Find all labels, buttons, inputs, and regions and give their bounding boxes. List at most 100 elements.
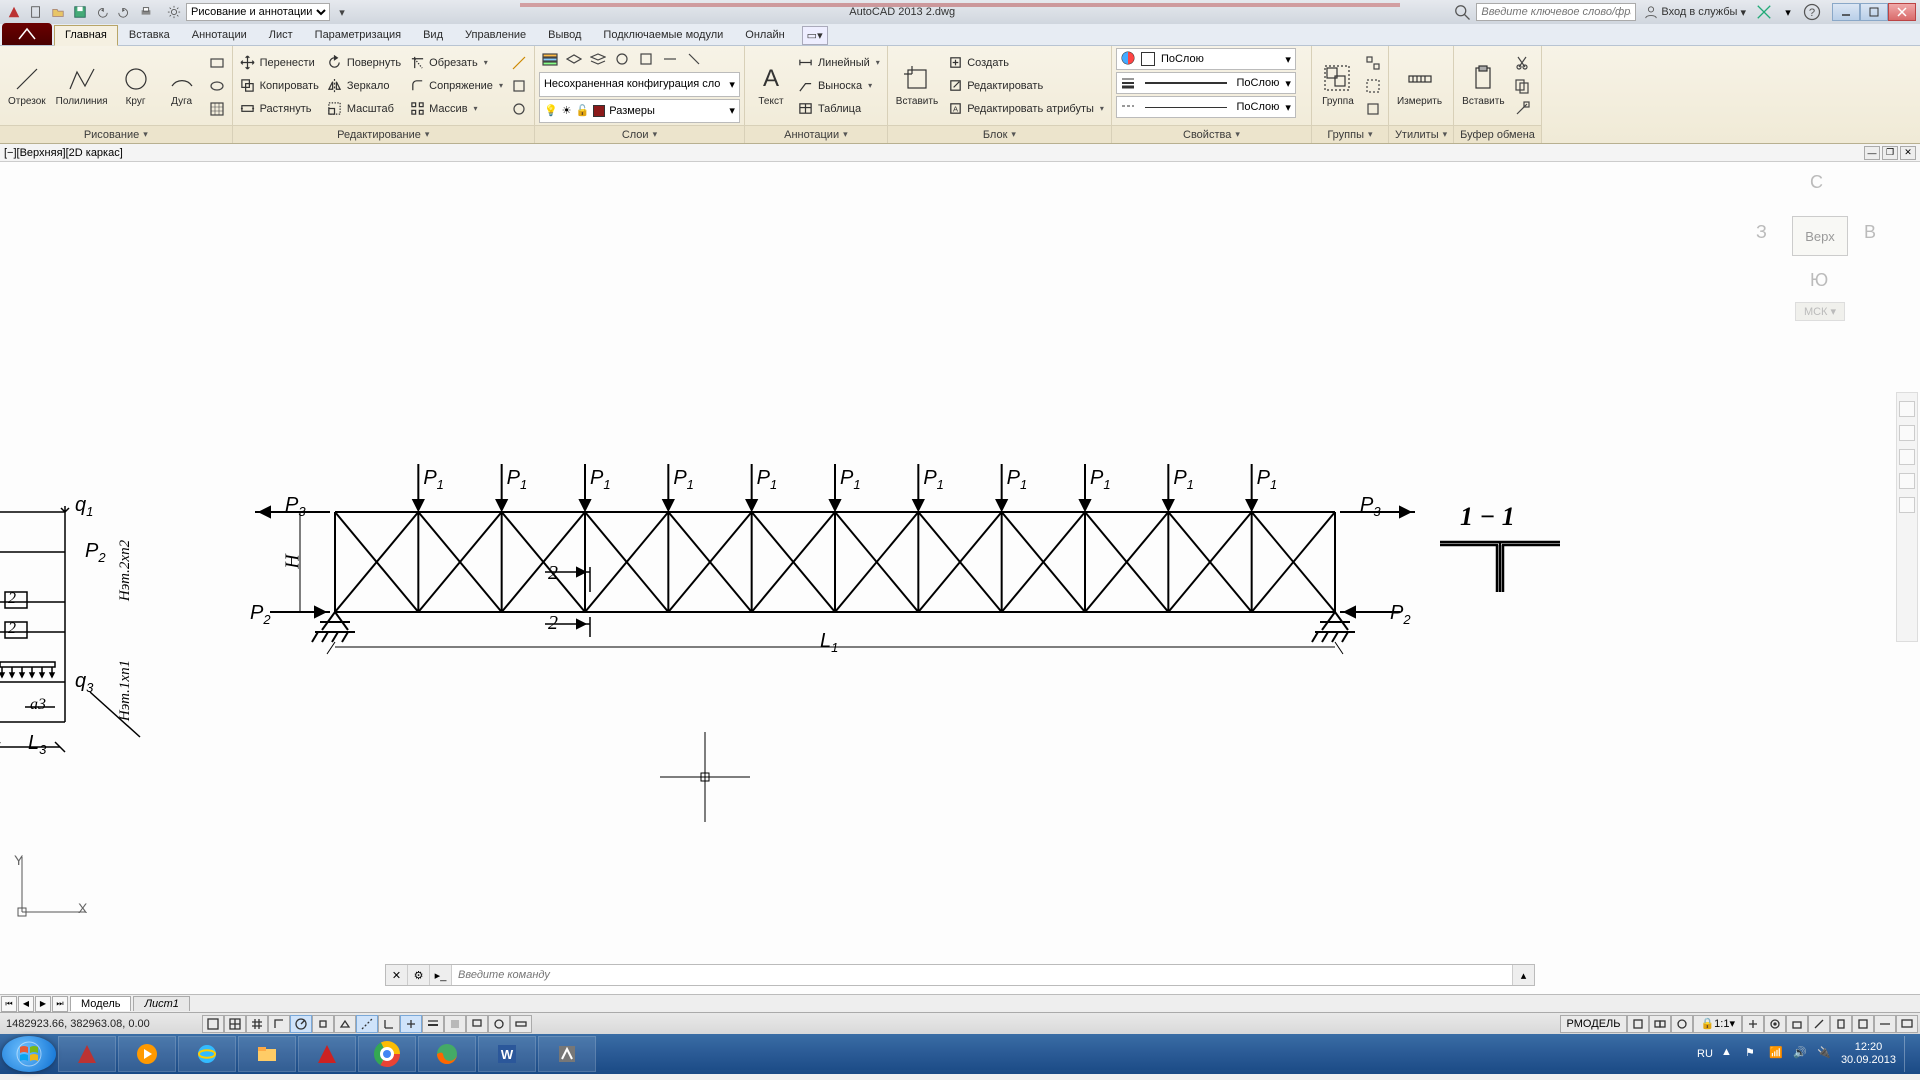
tool-hatch-icon[interactable] <box>206 98 228 120</box>
tool-dimlinear[interactable]: Линейный▾ <box>795 52 883 74</box>
tool-text[interactable]: AТекст <box>749 61 793 110</box>
task-autocad-a[interactable] <box>58 1036 116 1072</box>
nav-orbit-icon[interactable] <box>1899 473 1915 489</box>
tool-extra2-icon[interactable] <box>508 75 530 97</box>
exchange-icon[interactable] <box>1754 3 1774 21</box>
print-icon[interactable] <box>136 3 156 21</box>
nav-wheel-icon[interactable] <box>1899 401 1915 417</box>
tab-parametric[interactable]: Параметризация <box>304 25 412 45</box>
command-input[interactable] <box>452 965 1512 985</box>
application-menu-button[interactable] <box>2 23 52 45</box>
task-app[interactable] <box>538 1036 596 1072</box>
tool-paste[interactable]: Вставить <box>1458 61 1508 110</box>
tool-move[interactable]: Перенести <box>237 52 322 74</box>
tray-clock[interactable]: 12:2030.09.2013 <box>1841 1041 1896 1067</box>
status-qp-icon[interactable] <box>466 1015 488 1033</box>
drawing-canvas[interactable]: P3 P3 P2 P2 H L1 2 2 1 − 1 q1 q3 P2 Нэт.… <box>0 162 1920 994</box>
clip-copy-icon[interactable] <box>1511 75 1533 97</box>
layer-btn4-icon[interactable] <box>611 48 633 70</box>
tool-trim[interactable]: Обрезать▾ <box>406 52 506 74</box>
nav-pan-icon[interactable] <box>1899 425 1915 441</box>
task-word[interactable]: W <box>478 1036 536 1072</box>
status-grid-icon[interactable] <box>246 1015 268 1033</box>
login-button[interactable]: Вход в службы ▾ <box>1640 5 1750 19</box>
viewcube[interactable]: С З В Ю Верх МСК ▾ <box>1760 172 1880 342</box>
tab-layout1[interactable]: Лист1 <box>133 996 189 1011</box>
layer-current-dropdown[interactable]: 💡 ☀ 🔓 Размеры▾ <box>539 99 740 124</box>
tool-stretch[interactable]: Растянуть <box>237 98 322 120</box>
task-chrome[interactable] <box>358 1036 416 1072</box>
task-explorer[interactable] <box>238 1036 296 1072</box>
tool-block-editattr[interactable]: AРедактировать атрибуты▾ <box>944 98 1107 120</box>
clip-cut-icon[interactable] <box>1511 52 1533 74</box>
status-sc-icon[interactable] <box>488 1015 510 1033</box>
tool-ellipse-icon[interactable] <box>206 75 228 97</box>
status-infer-icon[interactable] <box>202 1015 224 1033</box>
tab-view[interactable]: Вид <box>412 25 454 45</box>
nav-zoom-icon[interactable] <box>1899 449 1915 465</box>
save-icon[interactable] <box>70 3 90 21</box>
status-r9-icon[interactable] <box>1852 1015 1874 1033</box>
tool-circle[interactable]: Круг <box>114 61 158 110</box>
status-otrack-icon[interactable] <box>356 1015 378 1033</box>
tool-table[interactable]: Таблица <box>795 98 883 120</box>
qat-more-icon[interactable]: ▾ <box>332 3 352 21</box>
tool-block-create[interactable]: Создать <box>944 52 1107 74</box>
status-ducs-icon[interactable] <box>378 1015 400 1033</box>
ribbon-minimize-button[interactable]: ▭▾ <box>802 26 828 45</box>
new-icon[interactable] <box>26 3 46 21</box>
task-ie[interactable] <box>178 1036 236 1072</box>
tray-volume-icon[interactable]: 🔊 <box>1793 1046 1809 1062</box>
task-autocad[interactable] <box>298 1036 356 1072</box>
status-r7-icon[interactable] <box>1808 1015 1830 1033</box>
tab-output[interactable]: Вывод <box>537 25 592 45</box>
status-r4-icon[interactable] <box>1742 1015 1764 1033</box>
maximize-button[interactable] <box>1860 3 1888 21</box>
layer-btn7-icon[interactable] <box>683 48 705 70</box>
status-r5-icon[interactable] <box>1764 1015 1786 1033</box>
tab-nav-last[interactable]: ⏭ <box>52 996 68 1012</box>
tool-array[interactable]: Массив▾ <box>406 98 506 120</box>
open-icon[interactable] <box>48 3 68 21</box>
layer-props-icon[interactable] <box>539 48 561 70</box>
status-snap-icon[interactable] <box>224 1015 246 1033</box>
status-lwt-icon[interactable] <box>422 1015 444 1033</box>
status-r10-icon[interactable] <box>1874 1015 1896 1033</box>
status-model-space[interactable]: РМОДЕЛЬ <box>1560 1015 1628 1033</box>
navigation-bar[interactable] <box>1896 392 1918 642</box>
tray-network-icon[interactable]: 📶 <box>1769 1046 1785 1062</box>
tray-flag-icon[interactable]: ▲ <box>1721 1046 1737 1062</box>
app-logo-icon[interactable] <box>4 3 24 21</box>
viewcube-top-face[interactable]: Верх <box>1792 216 1848 256</box>
tab-layout[interactable]: Лист <box>258 25 304 45</box>
cmd-options-icon[interactable]: ⚙ <box>408 965 430 985</box>
nav-showmotion-icon[interactable] <box>1899 497 1915 513</box>
tool-leader[interactable]: Выноска▾ <box>795 75 883 97</box>
tool-extra1-icon[interactable] <box>508 52 530 74</box>
tool-group[interactable]: Группа <box>1316 61 1360 110</box>
layer-btn5-icon[interactable] <box>635 48 657 70</box>
prop-lineweight-dropdown[interactable]: ПоСлою▾ <box>1116 72 1296 94</box>
clip-match-icon[interactable] <box>1511 98 1533 120</box>
search-input[interactable] <box>1476 3 1636 21</box>
workspace-switcher[interactable]: Рисование и аннотации <box>164 3 330 21</box>
task-mediaplayer[interactable] <box>118 1036 176 1072</box>
help-icon[interactable]: ? <box>1802 3 1822 21</box>
status-am-icon[interactable] <box>510 1015 532 1033</box>
tool-copy[interactable]: Копировать <box>237 75 322 97</box>
tool-mirror[interactable]: Зеркало <box>324 75 404 97</box>
tool-line[interactable]: Отрезок <box>4 61 50 110</box>
workspace-select[interactable]: Рисование и аннотации <box>186 3 330 21</box>
status-anno-scale[interactable]: 🔒 1:1 ▾ <box>1693 1015 1742 1033</box>
groups-btn3-icon[interactable] <box>1362 98 1384 120</box>
tab-manage[interactable]: Управление <box>454 25 537 45</box>
status-r3-icon[interactable] <box>1671 1015 1693 1033</box>
status-ortho-icon[interactable] <box>268 1015 290 1033</box>
redo-icon[interactable] <box>114 3 134 21</box>
cmd-close-icon[interactable]: ✕ <box>386 965 408 985</box>
doc-close-button[interactable]: ✕ <box>1900 146 1916 160</box>
tray-power-icon[interactable]: 🔌 <box>1817 1046 1833 1062</box>
status-r1-icon[interactable] <box>1627 1015 1649 1033</box>
tab-nav-next[interactable]: ▶ <box>35 996 51 1012</box>
doc-restore-button[interactable]: ❐ <box>1882 146 1898 160</box>
